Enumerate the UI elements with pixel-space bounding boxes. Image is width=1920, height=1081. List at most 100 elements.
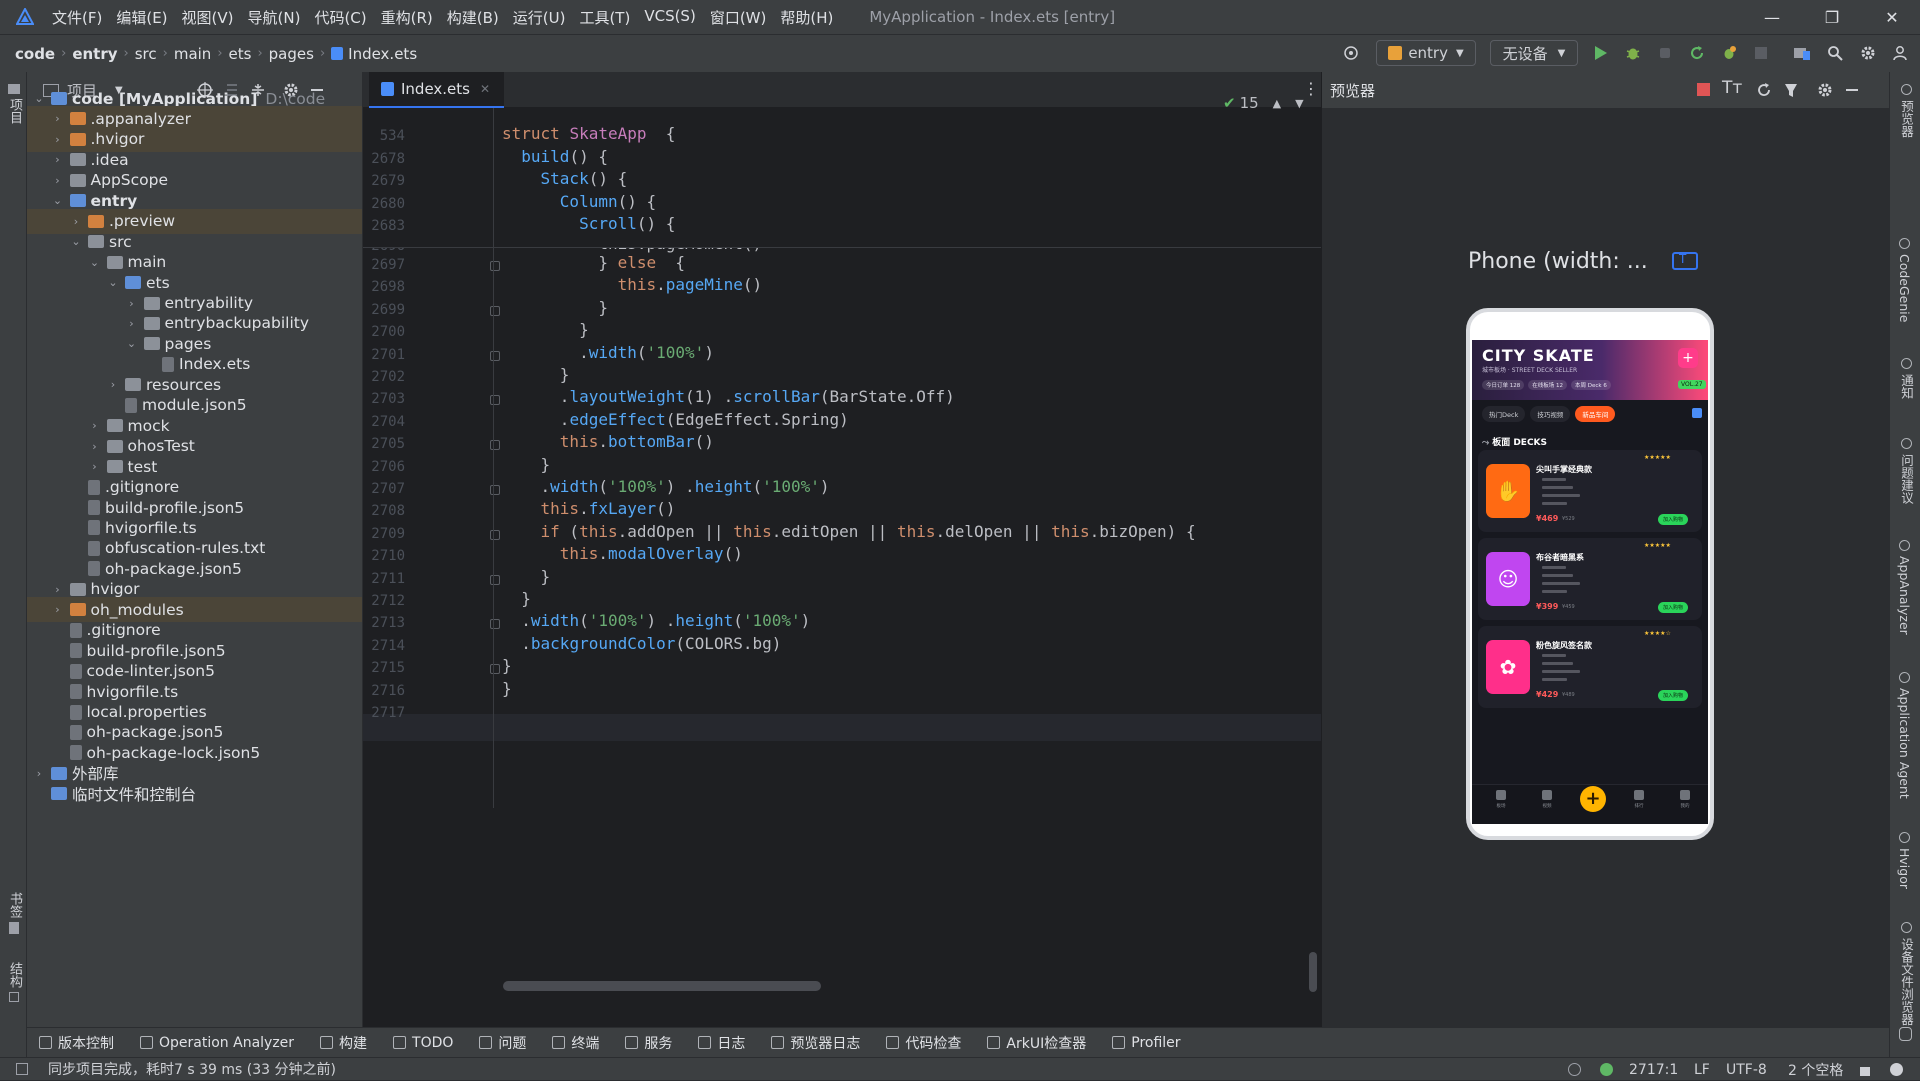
breadcrumb-item[interactable]: src — [135, 45, 157, 63]
inspector-icon[interactable] — [1783, 82, 1799, 98]
chevron-right-icon[interactable]: › — [52, 583, 64, 596]
bookmarks-tool-button[interactable]: 书签 — [5, 892, 24, 934]
breadcrumb-item[interactable]: entry — [72, 45, 117, 63]
right-tool-button[interactable]: 问题建议 — [1897, 438, 1916, 504]
right-tool-button[interactable]: Application Agent — [1897, 672, 1912, 799]
profile-button[interactable] — [1717, 40, 1741, 66]
add-to-cart-button[interactable]: 加入购物 — [1658, 514, 1689, 525]
tool-window-button[interactable]: 预览器日志 — [771, 1033, 860, 1053]
fold-marker-icon[interactable] — [490, 395, 500, 406]
device-manager-button[interactable] — [1790, 40, 1814, 66]
breadcrumb-item[interactable]: pages — [269, 45, 314, 63]
menu-4[interactable]: 代码(C) — [314, 7, 366, 28]
code-line[interactable]: .width('100%') .height('100%') — [502, 611, 810, 630]
chevron-down-icon[interactable]: ⌄ — [126, 337, 138, 350]
hide-panel-icon[interactable] — [1844, 82, 1860, 98]
code-line[interactable]: this.fxLayer() — [502, 499, 676, 518]
phone-preview[interactable]: CITY SKATE 城市板场 · STREET DECK SELLER + 今… — [1466, 308, 1714, 840]
refresh-icon[interactable] — [1756, 82, 1772, 98]
menu-2[interactable]: 视图(V) — [182, 7, 234, 28]
product-card[interactable]: ✋ 尖叫手掌经典款 ★★★★★ ¥469 ¥529 加入购物 — [1478, 450, 1702, 532]
right-tool-button[interactable]: 预览器 — [1897, 84, 1916, 138]
chevron-right-icon[interactable]: › — [52, 153, 64, 166]
run-config-select[interactable]: entry ▼ — [1376, 40, 1476, 66]
code-line[interactable]: Stack() { — [502, 169, 628, 188]
tool-window-button[interactable]: 日志 — [698, 1033, 745, 1053]
breadcrumb-item[interactable]: main — [174, 45, 211, 63]
database-icon[interactable] — [1899, 1027, 1912, 1041]
fold-marker-icon[interactable] — [490, 261, 500, 271]
stop-button[interactable] — [1749, 40, 1773, 66]
menu-6[interactable]: 构建(B) — [447, 7, 499, 28]
notifications-icon[interactable] — [1890, 1058, 1903, 1081]
close-tab-icon[interactable]: ✕ — [480, 82, 490, 96]
code-line[interactable]: this.modalOverlay() — [502, 544, 743, 563]
file-encoding[interactable]: UTF-8 — [1726, 1058, 1767, 1081]
stop-preview-icon[interactable] — [1697, 83, 1710, 96]
add-to-cart-button[interactable]: 加入购物 — [1658, 602, 1689, 613]
code-line[interactable]: } — [502, 679, 512, 698]
tool-window-button[interactable]: 服务 — [625, 1033, 672, 1053]
settings-button[interactable] — [1856, 40, 1880, 66]
code-line[interactable]: .backgroundColor(COLORS.bg) — [502, 634, 781, 653]
code-line[interactable]: } — [502, 298, 608, 317]
tool-window-button[interactable]: Profiler — [1112, 1035, 1181, 1051]
calendar-icon[interactable] — [1692, 408, 1702, 418]
tool-window-button[interactable]: TODO — [393, 1035, 453, 1051]
device-select-icon[interactable]: T — [1672, 252, 1698, 270]
horizontal-scrollbar[interactable] — [503, 981, 821, 991]
code-line[interactable]: .layoutWeight(1) .scrollBar(BarState.Off… — [502, 387, 955, 406]
code-line[interactable]: } — [502, 567, 551, 586]
tool-window-button[interactable]: ArkUI检查器 — [987, 1033, 1086, 1053]
menu-11[interactable]: 帮助(H) — [780, 7, 833, 28]
code-line[interactable]: this.pageMine() — [502, 275, 763, 294]
fold-marker-icon[interactable] — [490, 485, 500, 495]
device-select[interactable]: 无设备 ▼ — [1490, 40, 1578, 66]
menu-7[interactable]: 运行(U) — [513, 7, 566, 28]
inspection-widget[interactable]: ✔ 15 ▲ ▼ — [1223, 94, 1304, 112]
fold-marker-icon[interactable] — [490, 350, 500, 361]
account-button[interactable] — [1888, 40, 1912, 66]
lock-icon[interactable] — [1860, 1058, 1870, 1081]
product-card[interactable]: ✿ 粉色旋风签名款 ★★★★☆ ¥429 ¥489 加入购物 — [1478, 626, 1702, 708]
breadcrumb-item[interactable]: Index.ets — [348, 45, 417, 63]
app-tab[interactable]: 排行 — [1624, 790, 1654, 809]
apply-changes-button[interactable] — [1685, 40, 1709, 66]
chevron-right-icon[interactable]: › — [89, 419, 101, 432]
tool-window-button[interactable]: 代码检查 — [886, 1033, 961, 1053]
minimize-button[interactable]: — — [1744, 0, 1800, 34]
chevron-up-icon[interactable]: ▲ — [1273, 97, 1281, 110]
menu-10[interactable]: 窗口(W) — [710, 7, 767, 28]
chevron-right-icon[interactable]: › — [89, 460, 101, 473]
font-size-icon[interactable]: Tт — [1722, 78, 1742, 98]
app-tab[interactable]: + — [1578, 786, 1608, 812]
chevron-down-icon[interactable]: ⌄ — [89, 256, 101, 269]
right-tool-button[interactable]: Hvigor — [1897, 832, 1912, 889]
right-tool-button[interactable]: 通知 — [1897, 358, 1916, 399]
code-line[interactable]: .width('100%') — [502, 343, 714, 362]
locate-device-button[interactable] — [1340, 40, 1362, 66]
fold-marker-icon[interactable] — [490, 529, 500, 540]
add-to-cart-button[interactable]: 加入购物 — [1658, 690, 1689, 701]
code-line[interactable]: .width('100%') .height('100%') — [502, 477, 830, 496]
add-deck-button[interactable]: + — [1678, 348, 1698, 368]
caret-position[interactable]: 2717:1 — [1629, 1058, 1678, 1081]
fold-marker-icon[interactable] — [490, 305, 500, 316]
chevron-down-icon[interactable]: ⌄ — [107, 276, 119, 289]
menu-3[interactable]: 导航(N) — [248, 7, 301, 28]
structure-tool-button[interactable]: 结构 — [5, 962, 24, 1002]
chevron-right-icon[interactable]: › — [126, 297, 138, 310]
project-tool-button[interactable]: 项目 — [5, 84, 24, 124]
maximize-button[interactable]: ❐ — [1804, 0, 1860, 34]
tab-index-ets[interactable]: Index.ets ✕ — [369, 72, 505, 108]
code-line[interactable]: } — [502, 656, 512, 675]
category-chip[interactable]: 热门Deck — [1482, 406, 1526, 422]
daemon-status-icon[interactable] — [1600, 1058, 1613, 1081]
search-everywhere-button[interactable] — [1823, 40, 1847, 66]
chevron-right-icon[interactable]: › — [33, 767, 45, 780]
breadcrumb-item[interactable]: ets — [229, 45, 252, 63]
app-tab[interactable]: 我的 — [1670, 790, 1700, 809]
code-line[interactable]: } — [502, 365, 570, 384]
attach-debugger-button[interactable] — [1653, 40, 1677, 66]
chevron-right-icon[interactable]: › — [126, 317, 138, 330]
